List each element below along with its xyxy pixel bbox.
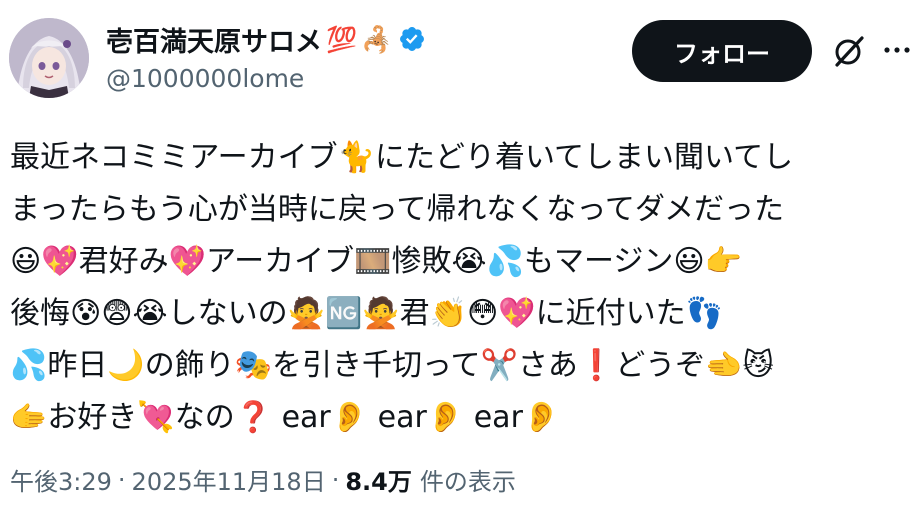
tweet-line: 🫱お好き💘なの❓ ear👂 ear👂 ear👂: [10, 400, 561, 435]
display-name[interactable]: 壱百満天原サロメ: [106, 20, 322, 59]
user-handle[interactable]: @1000000lome: [106, 64, 304, 93]
follow-button[interactable]: フォロー: [632, 20, 812, 82]
tweet-text: 最近ネコミミアーカイブ🐈にたどり着いてしまい聞いてし まったらもう心が当時に戻っ…: [10, 132, 915, 444]
avatar[interactable]: [9, 18, 89, 98]
tweet-line: まったらもう心が当時に戻って帰れなくなってダメだった: [10, 192, 784, 227]
scorpion-icon: 🦂: [361, 24, 393, 54]
display-name-row: 壱百満天原サロメ 💯 🦂: [106, 20, 426, 58]
tweet-time[interactable]: 午後3:29: [10, 462, 112, 497]
tweet-line: 最近ネコミミアーカイブ🐈にたどり着いてしまい聞いてし: [10, 140, 794, 175]
tweet-date[interactable]: 2025年11月18日: [132, 462, 326, 497]
avatar-image: [9, 18, 89, 98]
meta-separator: ·: [331, 465, 340, 494]
tweet-line: 💦昨日🌙の飾り🎭を引き千切って✂️さあ❗どうぞ🫲😼: [10, 348, 774, 383]
tweet-line: 後悔😰😨😭しないの🙅🆖🙅君👏😳💖に近付いた👣: [10, 296, 723, 331]
meta-separator: ·: [117, 465, 126, 494]
tweet-header: 壱百満天原サロメ 💯 🦂 @1000000lome フォロー: [0, 0, 919, 110]
tweet-line: 😃💖君好み💖アーカイブ🎞️惨敗😭💦もマージン😃👉: [10, 244, 742, 279]
views-label: 件の表示: [419, 468, 516, 496]
tweet-meta: 午後3:29 · 2025年11月18日 · 8.4万 件の表示: [10, 462, 516, 497]
views-count: 8.4万: [345, 468, 412, 496]
grok-icon[interactable]: [832, 34, 866, 68]
hundred-points-icon: 💯: [326, 24, 358, 54]
verified-badge-icon[interactable]: [398, 25, 426, 53]
more-options-icon[interactable]: [882, 40, 912, 60]
